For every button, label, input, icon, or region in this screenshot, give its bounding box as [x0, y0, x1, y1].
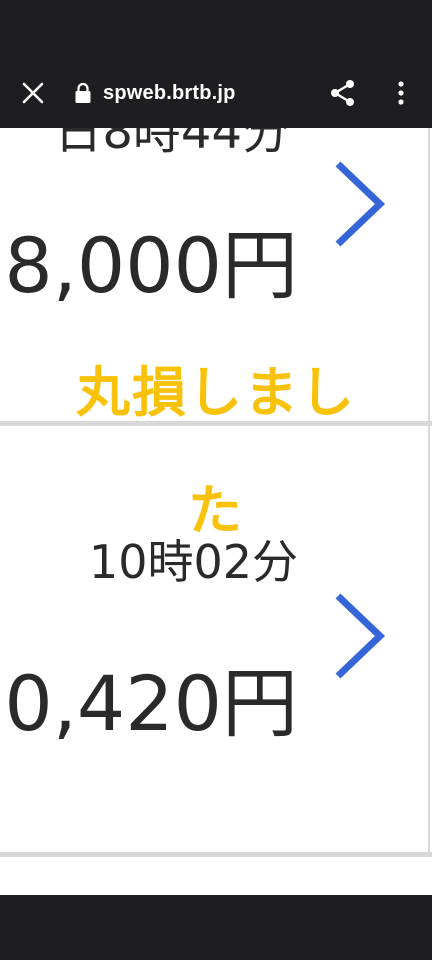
navigation-bar [0, 895, 432, 960]
page-content: 日8時44分 8,000円 10時02分 0,420円 丸損しまし た [0, 128, 432, 895]
share-icon[interactable] [328, 78, 358, 108]
chevron-right-icon[interactable] [332, 158, 388, 250]
caption-line: た [188, 479, 244, 542]
more-vertical-icon[interactable] [392, 80, 410, 106]
caption-line: 丸損しまし [76, 361, 356, 424]
chevron-right-icon[interactable] [332, 590, 388, 682]
browser-toolbar: spweb.brtb.jp [0, 60, 432, 128]
card-time: 日8時44分 [54, 128, 290, 160]
lock-icon [74, 82, 92, 104]
status-bar [0, 0, 432, 60]
card-amount: 8,000円 [4, 221, 298, 310]
close-icon[interactable] [20, 80, 46, 106]
card-amount: 0,420円 [4, 659, 298, 748]
card-divider [0, 852, 432, 857]
url-text[interactable]: spweb.brtb.jp [103, 78, 236, 108]
caption-overlay: 丸損しまし た [0, 334, 432, 570]
